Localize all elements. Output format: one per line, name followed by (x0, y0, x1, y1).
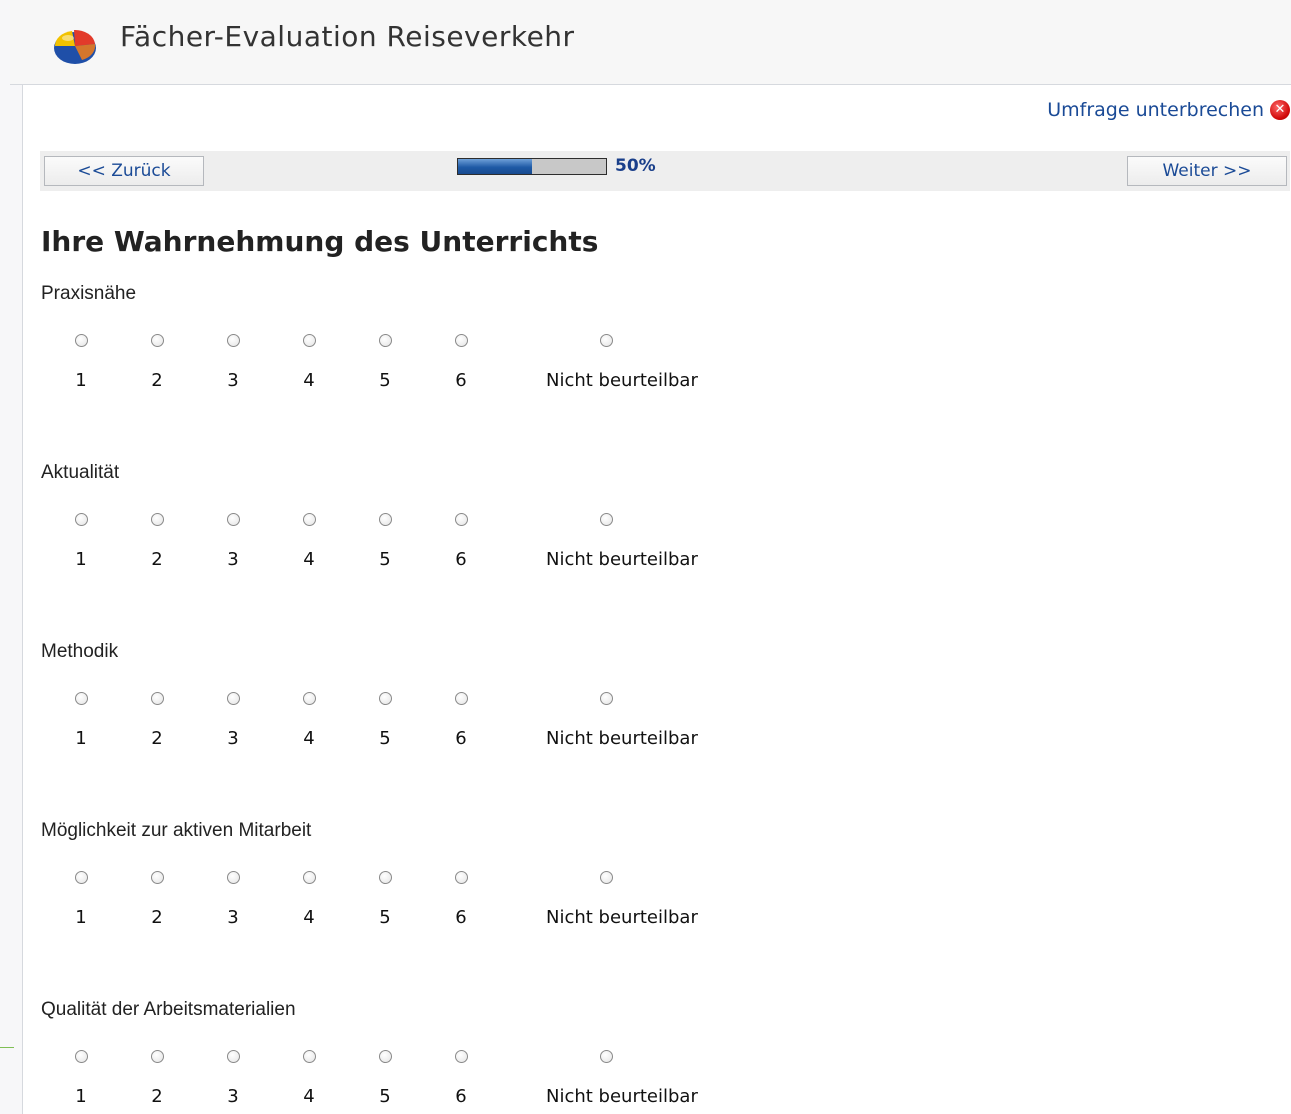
rating-option-label: 6 (455, 907, 467, 928)
question-label: Methodik (41, 641, 119, 662)
question-label: Möglichkeit zur aktiven Mitarbeit (41, 820, 312, 841)
rating-radio[interactable] (74, 334, 88, 347)
left-margin (0, 0, 22, 1114)
question-label: Praxisnähe (41, 283, 137, 304)
rating-option-label: 6 (455, 1086, 467, 1107)
rating-option-label: Nicht beurteilbar (546, 549, 698, 570)
app-header: Fächer-Evaluation Reiseverkehr (10, 0, 1291, 85)
rating-radio[interactable] (226, 1050, 240, 1063)
rating-radio[interactable] (302, 1050, 316, 1063)
left-margin-accent (0, 1047, 14, 1048)
rating-radio[interactable] (599, 871, 613, 884)
rating-radio[interactable] (150, 513, 164, 526)
rating-radio[interactable] (599, 692, 613, 705)
rating-radio[interactable] (378, 1050, 392, 1063)
rating-radio[interactable] (150, 692, 164, 705)
rating-option-label: Nicht beurteilbar (546, 370, 698, 391)
interrupt-survey-label[interactable]: Umfrage unterbrechen (1047, 99, 1264, 121)
question-block: Qualität der Arbeitsmaterialien 1 2 3 4 5 6 Nic… (41, 999, 741, 1109)
rating-option: Nicht beurteilbar (546, 488, 698, 570)
rating-radio[interactable] (226, 871, 240, 884)
section-title: Ihre Wahrnehmung des Unterrichts (41, 225, 599, 258)
question-block: Aktualität 1 2 3 4 5 6 Nicht beurteilbar (41, 462, 741, 572)
rating-option: Nicht beurteilbar (546, 846, 698, 928)
navigation-bar: << Zurück 50% Weiter >> (40, 151, 1290, 191)
rating-options: 1 2 3 4 5 6 Nicht beurteilbar (41, 309, 741, 393)
rating-option: Nicht beurteilbar (546, 309, 698, 391)
next-button[interactable]: Weiter >> (1127, 156, 1287, 186)
rating-option: 6 (401, 1025, 521, 1107)
question-block: Praxisnähe 1 2 3 4 5 6 Nicht beurteilbar (41, 283, 741, 393)
rating-radio[interactable] (454, 334, 468, 347)
rating-option-label: Nicht beurteilbar (546, 1086, 698, 1107)
rating-radio[interactable] (74, 513, 88, 526)
rating-option-label: Nicht beurteilbar (546, 907, 698, 928)
question-label: Qualität der Arbeitsmaterialien (41, 999, 296, 1020)
rating-radio[interactable] (378, 334, 392, 347)
rating-option-label: 6 (455, 728, 467, 749)
pie-chart-logo-icon (54, 29, 96, 64)
rating-radio[interactable] (454, 692, 468, 705)
rating-radio[interactable] (454, 871, 468, 884)
rating-option: 6 (401, 846, 521, 928)
rating-radio[interactable] (302, 871, 316, 884)
rating-radio[interactable] (302, 513, 316, 526)
rating-radio[interactable] (599, 513, 613, 526)
rating-options: 1 2 3 4 5 6 Nicht beurteilbar (41, 667, 741, 751)
back-button[interactable]: << Zurück (44, 156, 204, 186)
rating-option: 6 (401, 309, 521, 391)
rating-radio[interactable] (150, 334, 164, 347)
progress-indicator: 50% (457, 156, 656, 176)
rating-radio[interactable] (74, 1050, 88, 1063)
rating-radio[interactable] (454, 513, 468, 526)
rating-radio[interactable] (74, 871, 88, 884)
rating-radio[interactable] (226, 513, 240, 526)
rating-radio[interactable] (226, 334, 240, 347)
rating-option: Nicht beurteilbar (546, 1025, 698, 1107)
progress-bar-fill (458, 158, 532, 174)
rating-radio[interactable] (150, 871, 164, 884)
question-block: Möglichkeit zur aktiven Mitarbeit 1 2 3 4 5 6 N… (41, 820, 741, 930)
rating-radio[interactable] (599, 1050, 613, 1063)
question-label: Aktualität (41, 462, 120, 483)
page: Fächer-Evaluation Reiseverkehr Umfrage u… (0, 0, 1291, 1114)
rating-radio[interactable] (599, 334, 613, 347)
rating-option-label: 6 (455, 549, 467, 570)
rating-radio[interactable] (378, 692, 392, 705)
rating-radio[interactable] (378, 871, 392, 884)
rating-option: Nicht beurteilbar (546, 667, 698, 749)
rating-radio[interactable] (302, 692, 316, 705)
app-title: Fächer-Evaluation Reiseverkehr (120, 20, 575, 53)
rating-radio[interactable] (226, 692, 240, 705)
rating-options: 1 2 3 4 5 6 Nicht beurteilbar (41, 846, 741, 930)
close-icon[interactable]: ✕ (1270, 100, 1290, 120)
progress-percent-label: 50% (615, 156, 656, 176)
question-block: Methodik 1 2 3 4 5 6 Nicht beurteilbar (41, 641, 741, 751)
rating-option: 6 (401, 667, 521, 749)
rating-options: 1 2 3 4 5 6 Nicht beurteilbar (41, 1025, 741, 1109)
rating-radio[interactable] (74, 692, 88, 705)
rating-options: 1 2 3 4 5 6 Nicht beurteilbar (41, 488, 741, 572)
rating-radio[interactable] (150, 1050, 164, 1063)
rating-radio[interactable] (302, 334, 316, 347)
rating-option: 6 (401, 488, 521, 570)
survey-content: Umfrage unterbrechen ✕ << Zurück 50% Wei… (22, 85, 1291, 1114)
rating-radio[interactable] (378, 513, 392, 526)
interrupt-survey-link[interactable]: Umfrage unterbrechen ✕ (1047, 99, 1290, 121)
rating-option-label: 6 (455, 370, 467, 391)
progress-bar (457, 157, 607, 175)
rating-radio[interactable] (454, 1050, 468, 1063)
rating-option-label: Nicht beurteilbar (546, 728, 698, 749)
